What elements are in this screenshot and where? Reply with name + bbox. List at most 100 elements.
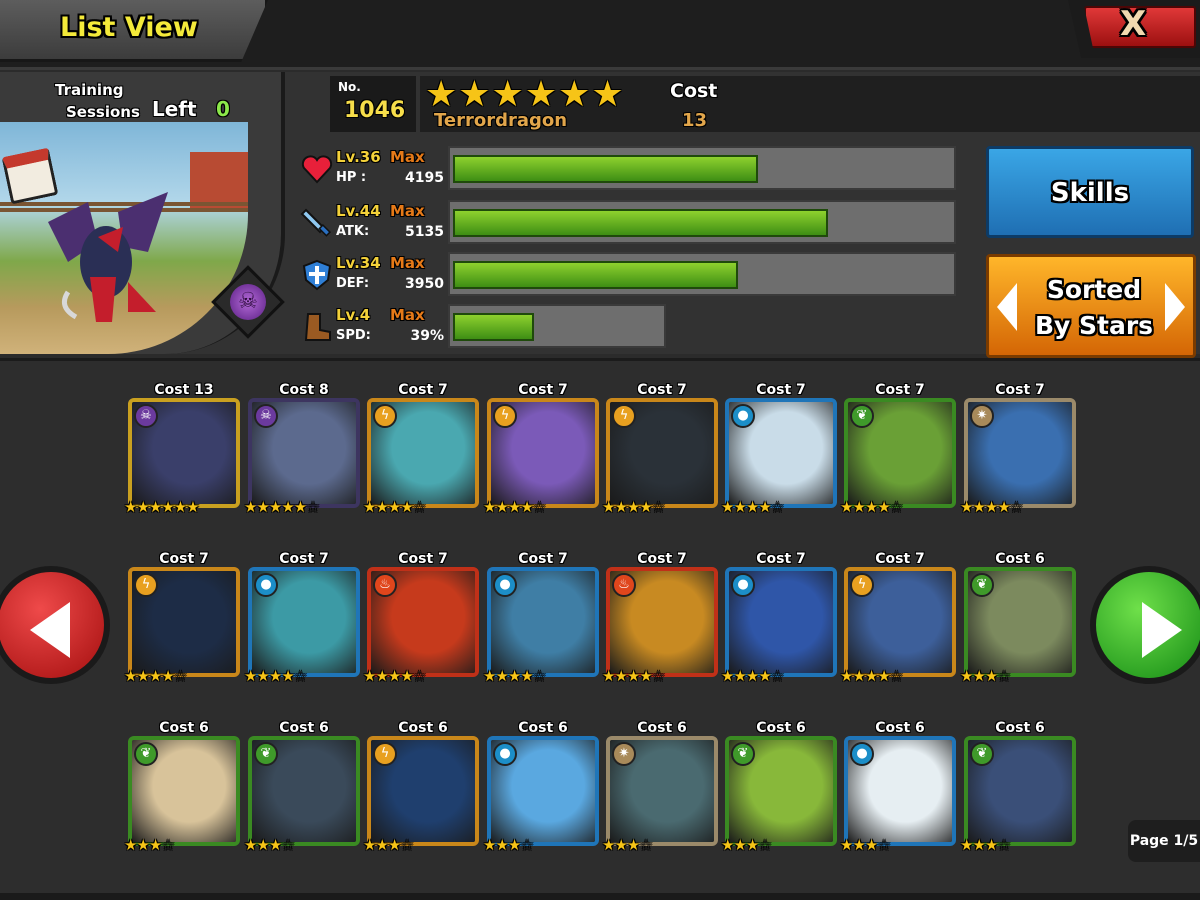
card-star-rating: ★★★☆ — [602, 836, 653, 854]
card-star-rating: ★★★★★★ — [124, 498, 200, 516]
monster-card[interactable]: Cost 8 ☠ ★★★★★☆ — [244, 382, 360, 524]
thunder-element-icon: ϟ — [850, 573, 874, 597]
card-frame: ♨ — [367, 567, 479, 677]
stat-name: SPD: — [336, 328, 371, 343]
card-cost: Cost 6 — [159, 720, 209, 736]
monster-card[interactable]: Cost 6 ❦ ★★★☆ — [721, 720, 837, 862]
stat-bar-track — [448, 252, 956, 296]
card-cost: Cost 7 — [995, 382, 1045, 398]
card-frame: ϟ — [128, 567, 240, 677]
card-frame: ϟ — [844, 567, 956, 677]
page-indicator: Page 1/5 — [1128, 820, 1200, 862]
stat-max-label: Max — [390, 202, 425, 220]
card-frame: ϟ — [487, 398, 599, 508]
monster-card[interactable]: Cost 7 ❦ ★★★★☆ — [840, 382, 956, 524]
boot-icon — [300, 310, 334, 344]
card-frame: ❦ — [725, 736, 837, 846]
card-star-rating: ★★★★☆ — [602, 667, 665, 685]
card-frame: ● — [487, 736, 599, 846]
monster-card[interactable]: Cost 6 ● ★★★☆ — [483, 720, 599, 862]
card-star-rating: ★★★★☆ — [483, 667, 546, 685]
wood-element-icon: ❦ — [970, 573, 994, 597]
card-frame: ❦ — [248, 736, 360, 846]
card-frame: ✷ — [964, 398, 1076, 508]
card-frame: ✷ — [606, 736, 718, 846]
card-star-rating: ★★★☆ — [483, 836, 534, 854]
card-star-rating: ★★★☆ — [721, 836, 772, 854]
card-star-rating: ★★★★☆ — [363, 498, 426, 516]
monster-card[interactable]: Cost 7 ✷ ★★★★☆ — [960, 382, 1076, 524]
monster-card[interactable]: Cost 6 ● ★★★☆ — [840, 720, 956, 862]
training-label: Training — [55, 81, 124, 99]
monster-card[interactable]: Cost 7 ϟ ★★★★☆ — [840, 551, 956, 693]
card-frame: ● — [248, 567, 360, 677]
monster-card[interactable]: Cost 7 ● ★★★★☆ — [721, 551, 837, 693]
monster-card[interactable]: Cost 7 ϟ ★★★★☆ — [483, 382, 599, 524]
card-cost: Cost 7 — [518, 551, 568, 567]
next-page-button[interactable] — [1090, 566, 1200, 684]
card-cost: Cost 8 — [279, 382, 329, 398]
thunder-element-icon: ϟ — [134, 573, 158, 597]
wood-element-icon: ❦ — [254, 742, 278, 766]
water-element-icon: ● — [731, 573, 755, 597]
monster-card[interactable]: Cost 7 ● ★★★★☆ — [483, 551, 599, 693]
card-star-rating: ★★★★☆ — [483, 498, 546, 516]
monster-card[interactable]: Cost 7 ϟ ★★★★☆ — [363, 382, 479, 524]
monster-card[interactable]: Cost 13 ☠ ★★★★★★ — [124, 382, 240, 524]
card-cost: Cost 6 — [279, 720, 329, 736]
card-frame: ● — [487, 567, 599, 677]
wood-element-icon: ❦ — [134, 742, 158, 766]
sort-next-icon[interactable] — [1165, 283, 1185, 331]
sword-icon — [300, 206, 334, 240]
stat-bar-fill — [453, 209, 828, 237]
monster-card[interactable]: Cost 6 ϟ ★★★☆ — [363, 720, 479, 862]
left-label: Left — [152, 97, 197, 121]
card-cost: Cost 7 — [875, 551, 925, 567]
card-cost: Cost 7 — [637, 382, 687, 398]
card-star-rating: ★★★★☆ — [602, 498, 665, 516]
stat-bar-track — [448, 146, 956, 190]
water-element-icon: ● — [850, 742, 874, 766]
card-frame: ϟ — [367, 398, 479, 508]
monster-card[interactable]: Cost 7 ♨ ★★★★☆ — [602, 551, 718, 693]
card-frame: ☠ — [248, 398, 360, 508]
close-icon[interactable]: X — [1120, 4, 1146, 44]
wood-element-icon: ❦ — [850, 404, 874, 428]
monster-card[interactable]: Cost 6 ❦ ★★★☆ — [960, 720, 1076, 862]
card-cost: Cost 6 — [637, 720, 687, 736]
skills-button[interactable]: Skills — [986, 146, 1194, 238]
sessions-label: Sessions — [66, 103, 140, 121]
monster-card[interactable]: Cost 6 ✷ ★★★☆ — [602, 720, 718, 862]
card-star-rating: ★★★★☆ — [840, 498, 903, 516]
monster-card[interactable]: Cost 7 ● ★★★★☆ — [721, 382, 837, 524]
stat-value: 5135 — [405, 224, 444, 240]
stat-bar-track — [448, 304, 666, 348]
monster-card[interactable]: Cost 6 ❦ ★★★☆ — [244, 720, 360, 862]
card-star-rating: ★★★★☆ — [840, 667, 903, 685]
card-cost: Cost 6 — [995, 720, 1045, 736]
card-frame: ❦ — [964, 567, 1076, 677]
card-frame: ❦ — [128, 736, 240, 846]
card-star-rating: ★★★★☆ — [124, 667, 187, 685]
monster-card[interactable]: Cost 7 ϟ ★★★★☆ — [124, 551, 240, 693]
number-label: No. — [338, 80, 361, 94]
monster-card[interactable]: Cost 6 ❦ ★★★☆ — [124, 720, 240, 862]
cost-label: Cost — [670, 80, 718, 102]
sort-button[interactable]: Sorted By Stars — [986, 254, 1196, 358]
arrow-right-icon — [1142, 602, 1182, 658]
card-frame: ϟ — [367, 736, 479, 846]
light-element-icon: ✷ — [970, 404, 994, 428]
card-cost: Cost 6 — [756, 720, 806, 736]
stat-max-label: Max — [390, 306, 425, 324]
skull-icon: ☠ — [230, 284, 266, 320]
thunder-element-icon: ϟ — [373, 404, 397, 428]
monster-card[interactable]: Cost 7 ● ★★★★☆ — [244, 551, 360, 693]
monster-card[interactable]: Cost 6 ❦ ★★★☆ — [960, 551, 1076, 693]
water-element-icon: ● — [731, 404, 755, 428]
stat-bar-fill — [453, 261, 738, 289]
card-frame: ♨ — [606, 567, 718, 677]
monster-card[interactable]: Cost 7 ϟ ★★★★☆ — [602, 382, 718, 524]
water-element-icon: ● — [254, 573, 278, 597]
thunder-element-icon: ϟ — [493, 404, 517, 428]
monster-card[interactable]: Cost 7 ♨ ★★★★☆ — [363, 551, 479, 693]
